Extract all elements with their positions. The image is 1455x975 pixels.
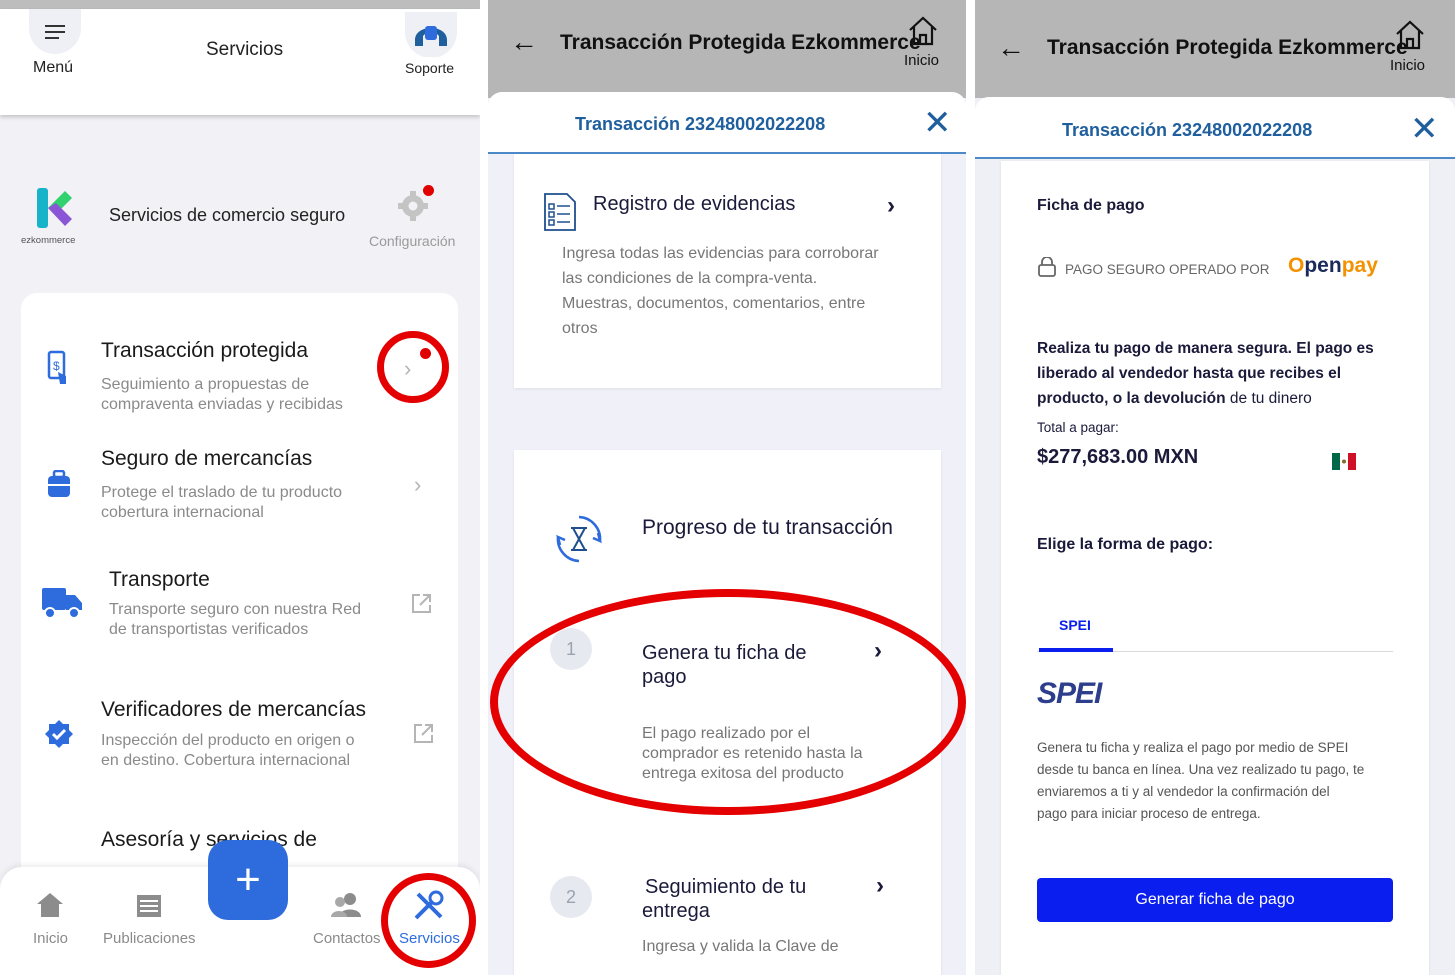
secure-payment-label: PAGO SEGURO OPERADO POR (1065, 262, 1270, 277)
home-icon[interactable] (907, 16, 939, 46)
header-title: Transacción Protegida Ezkommerce (1047, 36, 1408, 59)
service-title-insurance[interactable]: Seguro de mercancías (101, 447, 312, 471)
step2-desc-1: Ingresa y valida la Clave de (642, 938, 839, 955)
home-label[interactable]: Inicio (904, 52, 939, 69)
info-line-2: liberado al vendedor hasta que recibes e… (1037, 365, 1342, 382)
services-screen: Menú Servicios Soporte ezkommerce Servic… (0, 0, 480, 975)
home-icon[interactable] (1394, 20, 1426, 50)
service-title-transport[interactable]: Transporte (109, 568, 210, 592)
evidence-desc-3: Muestras, documentos, comentarios, entre (562, 295, 866, 312)
store-icon[interactable] (135, 891, 163, 919)
progress-title: Progreso de tu transacción (642, 516, 893, 539)
payment-slip-screen: ← Transacción Protegida Ezkommerce Inici… (975, 0, 1455, 975)
chevron-right-icon[interactable]: › (414, 472, 421, 498)
back-arrow-icon[interactable]: ← (997, 32, 1025, 64)
spei-desc-1: Genera tu ficha y realiza el pago por me… (1037, 740, 1349, 755)
svg-text:$: $ (53, 359, 60, 373)
highlight-circle (381, 873, 476, 968)
spei-desc-3: enviaremos a ti y al vendedor la confirm… (1037, 784, 1330, 799)
evidence-desc-1: Ingresa todas las evidencias para corrob… (562, 245, 879, 262)
add-button[interactable]: + (208, 840, 288, 920)
info-line-3: producto, o la devolución de tu dinero (1037, 390, 1312, 407)
external-link-icon[interactable] (413, 723, 434, 744)
menu-button[interactable] (29, 9, 81, 54)
tab-indicator (1039, 648, 1113, 652)
hourglass-sync-icon (556, 515, 602, 563)
choose-method-label: Elige la forma de pago: (1037, 536, 1214, 553)
step2-title-1[interactable]: Seguimiento de tu (645, 876, 806, 899)
lock-icon (1038, 257, 1056, 277)
close-icon[interactable]: ✕ (923, 106, 952, 140)
support-label: Soporte (405, 60, 455, 76)
checklist-icon (544, 193, 576, 231)
service-desc-verifiers-2: en destino. Cobertura internacional (101, 752, 351, 769)
back-arrow-icon[interactable]: ← (510, 26, 538, 58)
evidence-desc-2: las condiciones de la compra-venta. (562, 270, 818, 287)
logo-text: ezkommerce (21, 235, 75, 246)
ficha-title: Ficha de pago (1037, 197, 1145, 214)
brand-title: Servicios de comercio seguro (109, 205, 346, 225)
briefcase-icon (48, 470, 70, 497)
openpay-logo: Openpay (1288, 254, 1378, 277)
ezkommerce-logo: ezkommerce (21, 188, 75, 246)
notification-dot (423, 185, 434, 196)
hamburger-icon (45, 24, 65, 39)
status-bar (0, 0, 480, 9)
support-icon[interactable] (405, 12, 457, 57)
chevron-right-icon[interactable]: › (876, 872, 884, 900)
evidence-desc-4: otros (562, 320, 598, 337)
info-line-1: Realiza tu pago de manera segura. El pag… (1037, 340, 1374, 357)
service-desc-transport-2: de transportistas verificados (109, 621, 309, 638)
service-title-verifiers[interactable]: Verificadores de mercancías (101, 698, 366, 722)
service-title-protected[interactable]: Transacción protegida (101, 339, 308, 363)
transaction-title: Transacción 23248002022208 (1062, 120, 1313, 140)
chevron-right-icon[interactable]: › (887, 192, 895, 220)
step-number: 2 (550, 876, 592, 918)
generate-slip-button[interactable]: Generar ficha de pago (1037, 878, 1393, 922)
service-desc-insurance-2: cobertura internacional (101, 504, 264, 521)
service-desc-verifiers-1: Inspección del producto en origen o (101, 732, 355, 749)
spei-logo: SPEI (1037, 677, 1102, 710)
total-label: Total a pagar: (1037, 420, 1119, 435)
service-desc-protected-1: Seguimiento a propuestas de (101, 376, 310, 393)
evidence-title[interactable]: Registro de evidencias (593, 193, 795, 216)
app-header: Menú Servicios Soporte (0, 9, 480, 115)
service-desc-insurance-1: Protege el traslado de tu producto (101, 484, 343, 501)
menu-label: Menú (33, 59, 74, 76)
spei-desc-4: pago para iniciar proceso de entrega. (1037, 806, 1261, 821)
transaction-progress-screen: ← Transacción Protegida Ezkommerce Inici… (488, 0, 966, 975)
page-title: Servicios (206, 39, 284, 60)
step2-title-2[interactable]: entrega (642, 900, 710, 923)
tab-spei[interactable]: SPEI (1059, 617, 1091, 633)
contacts-icon[interactable] (330, 892, 362, 918)
highlight-circle (377, 331, 449, 403)
payment-card (1001, 161, 1429, 975)
payment-phone-icon: $ (47, 350, 66, 384)
spei-desc-2: desde tu banca en línea. Una vez realiza… (1037, 762, 1365, 777)
verified-badge-icon (45, 720, 73, 748)
service-desc-transport-1: Transporte seguro con nuestra Red (109, 601, 361, 618)
nav-publicaciones[interactable]: Publicaciones (103, 930, 196, 947)
external-link-icon[interactable] (411, 593, 432, 614)
header-title: Transacción Protegida Ezkommerce (560, 31, 921, 54)
transaction-title: Transacción 23248002022208 (575, 114, 826, 134)
nav-inicio[interactable]: Inicio (33, 930, 68, 947)
truck-icon (42, 588, 82, 619)
service-desc-protected-2: compraventa enviadas y recibidas (101, 396, 343, 413)
highlight-ellipse (490, 589, 966, 815)
nav-contactos[interactable]: Contactos (313, 930, 381, 947)
home-icon[interactable] (36, 892, 64, 918)
total-value: $277,683.00 MXN (1037, 446, 1199, 468)
close-icon[interactable]: ✕ (1410, 112, 1439, 146)
mexico-flag-icon (1332, 453, 1356, 470)
config-label: Configuración (369, 233, 456, 249)
home-label[interactable]: Inicio (1390, 57, 1425, 74)
